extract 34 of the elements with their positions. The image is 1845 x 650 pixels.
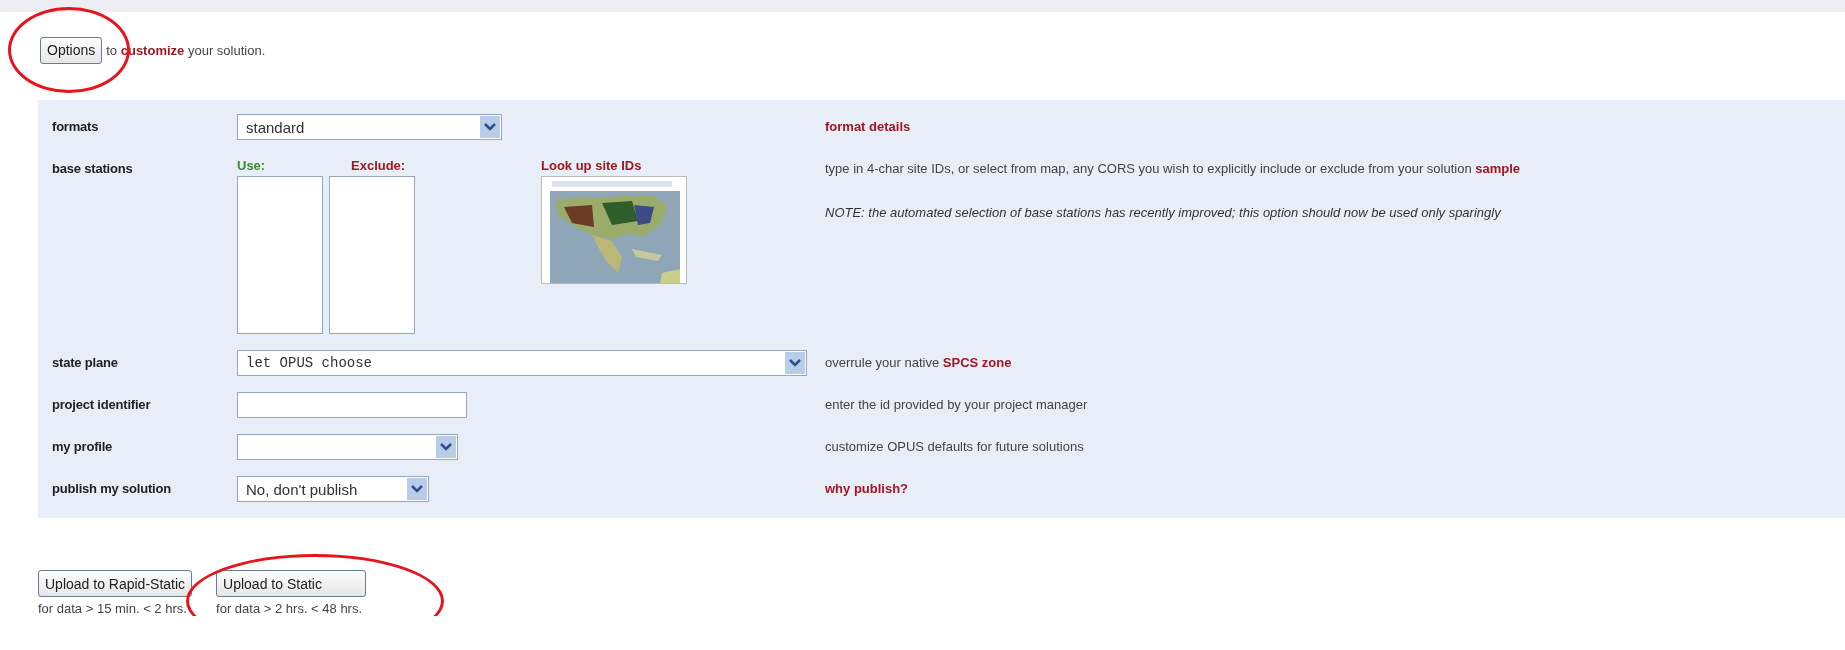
help-text: type in 4-char site IDs, or select from map, any CORS you wish to explicitly include or exclude from your solution sample bbox=[825, 160, 1521, 178]
upload-button[interactable]: Upload to Rapid-Static bbox=[38, 570, 193, 597]
help-link[interactable]: SPCS zone bbox=[942, 355, 1012, 370]
upload-caption: for data > 15 min. < 2 hrs. bbox=[38, 601, 188, 616]
site-list-field[interactable] bbox=[329, 176, 415, 334]
field-label: project identifier bbox=[52, 396, 152, 414]
field-label: publish my solution bbox=[52, 480, 172, 498]
chevron-down-icon bbox=[407, 478, 427, 500]
upload-button[interactable]: Upload to Static bbox=[216, 570, 367, 597]
dropdown[interactable]: No, don't publish bbox=[237, 476, 429, 502]
field-label: my profile bbox=[52, 438, 114, 456]
dropdown[interactable]: let OPUS choose bbox=[237, 350, 807, 376]
help-text: enter the id provided by your project manager bbox=[825, 396, 1088, 414]
upload-caption: for data > 2 hrs. < 48 hrs. bbox=[216, 601, 364, 616]
help-text: customize OPUS defaults for future solutions bbox=[825, 438, 1084, 456]
field-label: base stations bbox=[52, 160, 134, 178]
help-link[interactable]: why publish? bbox=[825, 476, 909, 502]
chevron-down-icon bbox=[785, 352, 805, 374]
options-button[interactable]: Options bbox=[40, 36, 103, 64]
input-field[interactable] bbox=[237, 392, 467, 418]
exclude-label: Exclude: bbox=[350, 157, 407, 175]
field-label: state plane bbox=[52, 354, 119, 372]
field-label: formats bbox=[52, 118, 100, 136]
help-link[interactable]: sample bbox=[1475, 161, 1521, 176]
dropdown[interactable]: standard bbox=[237, 114, 502, 140]
help-text: overrule your native SPCS zone bbox=[825, 354, 1012, 372]
chevron-down-icon bbox=[480, 116, 500, 138]
help-link[interactable]: format details bbox=[825, 114, 911, 140]
note-text: NOTE: the automated selection of base stations has recently improved; this option should now be used only sparingly bbox=[825, 204, 1502, 222]
dropdown[interactable] bbox=[237, 434, 458, 460]
use-label: Use: bbox=[237, 157, 267, 175]
lookup-link[interactable]: Look up site IDs bbox=[541, 156, 687, 176]
chevron-down-icon bbox=[436, 436, 456, 458]
site-list-field[interactable] bbox=[237, 176, 323, 334]
